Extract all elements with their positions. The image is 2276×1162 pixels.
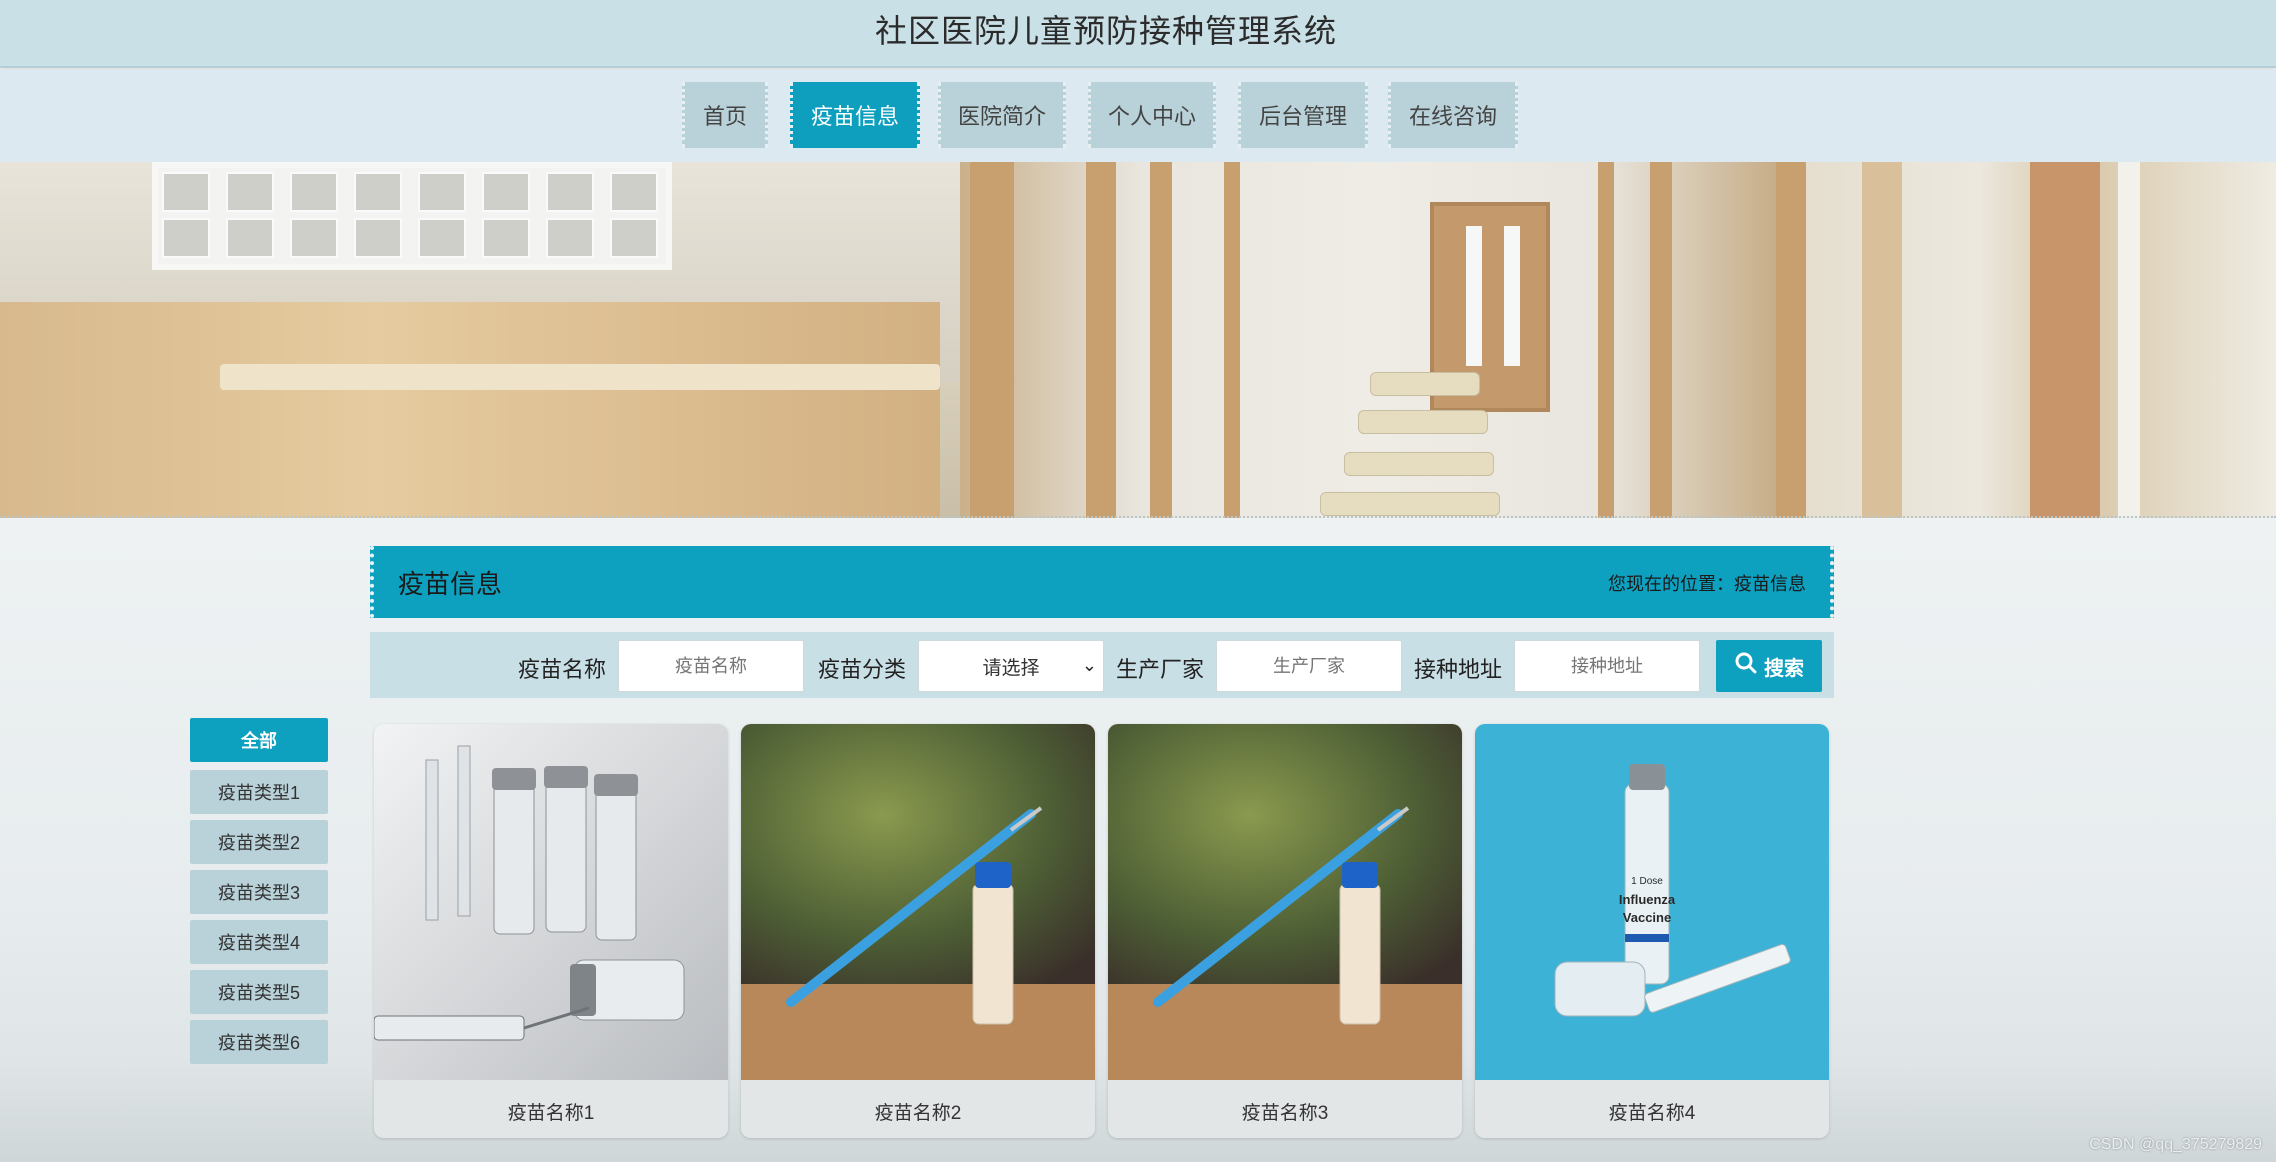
vial-label-line2: Influenza (1619, 892, 1676, 907)
banner-seat (1344, 452, 1494, 476)
banner-pillar (1862, 162, 1902, 518)
section-header: 疫苗信息 您现在的位置：疫苗信息 (370, 546, 1834, 618)
vial-label-line1: 1 Dose (1631, 876, 1663, 887)
vaccine-name-label: 疫苗名称 (518, 657, 607, 682)
vaccine-name: 疫苗名称4 (1475, 1080, 1829, 1138)
category-type-4[interactable]: 疫苗类型4 (190, 920, 328, 964)
vaccine-image (374, 724, 728, 1080)
banner-reception-counter (0, 302, 940, 518)
banner-pillar (2030, 162, 2100, 518)
nav-item-personal-center[interactable]: 个人中心 (1088, 82, 1216, 148)
banner-seat (1320, 492, 1500, 516)
banner-window (152, 162, 672, 270)
vaccine-card[interactable]: 疫苗名称2 (741, 724, 1095, 1138)
banner-seat (1358, 410, 1488, 434)
vaccine-image: 1 Dose Influenza Vaccine (1475, 724, 1829, 1080)
nav-item-home[interactable]: 首页 (682, 82, 768, 148)
hero-banner-image (0, 162, 2276, 518)
nav-item-admin[interactable]: 后台管理 (1238, 82, 1368, 148)
vaccine-image (741, 724, 1095, 1080)
vial-label-line3: Vaccine (1623, 910, 1671, 925)
section-title: 疫苗信息 (398, 569, 503, 599)
search-button-label: 搜索 (1764, 657, 1804, 680)
site-title: 社区医院儿童预防接种管理系统 (874, 13, 1337, 49)
banner-pillar (970, 162, 1014, 518)
vaccine-category-label: 疫苗分类 (818, 657, 907, 682)
title-bar: 社区医院儿童预防接种管理系统 (0, 0, 2276, 68)
vaccine-card[interactable]: 1 Dose Influenza Vaccine 疫苗名称4 (1475, 724, 1829, 1138)
category-type-2[interactable]: 疫苗类型2 (190, 820, 328, 864)
banner-pillar (1224, 162, 1240, 518)
vaccine-card[interactable]: 疫苗名称1 (374, 724, 728, 1138)
banner-pillar (1776, 162, 1806, 518)
vaccine-category-select[interactable]: 请选择 ⌄ (918, 640, 1104, 692)
search-icon (1734, 651, 1758, 681)
vaccine-card[interactable]: 疫苗名称3 (1108, 724, 1462, 1138)
chevron-down-icon: ⌄ (1081, 655, 1097, 675)
manufacturer-input[interactable] (1216, 640, 1402, 692)
vaccine-image (1108, 724, 1462, 1080)
main-nav: 首页 疫苗信息 医院简介 个人中心 后台管理 在线咨询 (0, 70, 2276, 162)
vaccine-name-input[interactable] (618, 640, 804, 692)
banner-counter-top (220, 364, 940, 390)
banner-seat (1370, 372, 1480, 396)
category-type-1[interactable]: 疫苗类型1 (190, 770, 328, 814)
breadcrumb: 您现在的位置：疫苗信息 (1608, 574, 1806, 594)
banner-pillar (1598, 162, 1614, 518)
nav-item-hospital-intro[interactable]: 医院简介 (938, 82, 1066, 148)
banner-pillar (1650, 162, 1672, 518)
vaccine-name: 疫苗名称3 (1108, 1080, 1462, 1138)
nav-item-vaccine-info[interactable]: 疫苗信息 (790, 82, 920, 148)
manufacturer-label: 生产厂家 (1116, 657, 1205, 682)
vaccination-address-input[interactable] (1514, 640, 1700, 692)
category-all[interactable]: 全部 (190, 718, 328, 762)
vaccine-name: 疫苗名称1 (374, 1080, 728, 1138)
category-type-5[interactable]: 疫苗类型5 (190, 970, 328, 1014)
banner-pillar (1086, 162, 1116, 518)
watermark: CSDN @qq_375279829 (2089, 1136, 2262, 1153)
category-type-6[interactable]: 疫苗类型6 (190, 1020, 328, 1064)
banner-right-wall (1780, 162, 2276, 518)
banner-pillar (2118, 162, 2140, 518)
vaccination-address-label: 接种地址 (1414, 657, 1503, 682)
category-type-3[interactable]: 疫苗类型3 (190, 870, 328, 914)
vaccine-category-selected: 请选择 (982, 657, 1040, 679)
nav-item-online-consult[interactable]: 在线咨询 (1388, 82, 1518, 148)
banner-pillar (1150, 162, 1172, 518)
search-bar: 疫苗名称 疫苗分类 请选择 ⌄ 生产厂家 接种地址 搜索 (370, 632, 1834, 698)
search-button[interactable]: 搜索 (1716, 640, 1822, 692)
vaccine-name: 疫苗名称2 (741, 1080, 1095, 1138)
